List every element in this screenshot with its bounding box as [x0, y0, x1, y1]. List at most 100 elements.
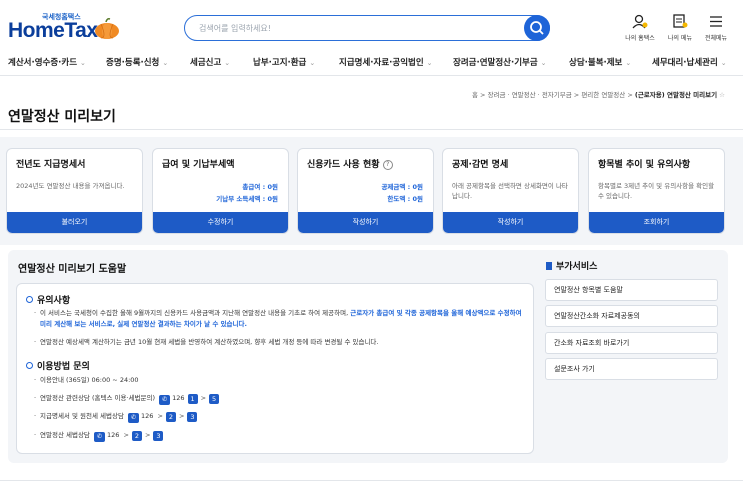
side-item-help[interactable]: 연말정산 항목별 도움말: [545, 279, 718, 301]
nav-item-payment[interactable]: 납부·고지·환급 ⌄: [253, 56, 315, 68]
side-item-survey[interactable]: 설문조사 가기: [545, 358, 718, 380]
phone-number: 126: [106, 431, 120, 439]
page-title: 연말정산 미리보기: [8, 109, 116, 125]
my-menu-label: 나의 메뉴: [668, 35, 692, 42]
contact-title: 이용방법 문의: [37, 362, 90, 372]
phone-icon: ✆: [93, 432, 105, 442]
nav-item-invoice[interactable]: 계산서·영수증·카드 ⌄: [8, 56, 86, 68]
write-button[interactable]: 작성하기: [298, 212, 433, 233]
card-title: 항목별 추이 및 유의사항: [598, 160, 691, 170]
contact-label: 연말정산 관련상담 (홈텍스 이용·세법문의): [40, 394, 155, 402]
side-item-simplified[interactable]: 간소화 자료조회 바로가기: [545, 332, 718, 354]
my-hometax-button[interactable]: 나의 홈택스: [620, 14, 660, 42]
search-input[interactable]: 검색어를 입력하세요!: [199, 23, 271, 34]
card-title-text: 신용카드 사용 현황: [307, 160, 380, 170]
footer-divider: [0, 480, 743, 481]
hamburger-icon: [710, 16, 722, 27]
breadcrumb-item[interactable]: 장려금 · 연말정산 · 전자기부금: [488, 91, 572, 99]
nav-item-consult[interactable]: 상담·불복·제보 ⌄: [569, 56, 631, 68]
nav-item-certificates[interactable]: 증명·등록·신청 ⌄: [106, 56, 168, 68]
contact-label: 연말정산 세법상담: [40, 431, 90, 439]
contact-label: 지급명세서 및 원천세 세법상담: [40, 412, 124, 420]
side-title-text: 부가서비스: [556, 262, 598, 272]
menu-step-1: 2: [165, 412, 176, 422]
phone-icon: ✆: [159, 395, 171, 405]
nav-item-statements[interactable]: 지급명세·자료·공익법인 ⌄: [339, 56, 433, 68]
search-bar[interactable]: 검색어를 입력하세요!: [184, 15, 550, 41]
hours-item: 이용안내 (365일) 06:00 ~ 24:00: [34, 375, 525, 386]
nav-item-tax-report[interactable]: 세금신고 ⌄: [190, 56, 230, 68]
bookmark-icon: [546, 262, 552, 270]
notice-heading: 유의사항: [26, 293, 70, 306]
hometax-logo[interactable]: 국세청홈택스 HomeTax: [8, 12, 128, 42]
chevron-down-icon: ⌄: [625, 59, 632, 67]
breadcrumb-home[interactable]: 홈: [472, 91, 478, 99]
card-credit-card: 신용카드 사용 현황 ? 공제금액 : 0원 한도액 : 0원 작성하기: [297, 148, 434, 234]
nav-label: 계산서·영수증·카드: [8, 58, 78, 68]
breadcrumb-current: (근로자용) 연말정산 미리보기: [634, 91, 718, 99]
my-menu-icon: [673, 14, 688, 28]
circle-bullet-icon: [26, 296, 33, 303]
nav-item-agent[interactable]: 세무대리·납세관리 ⌄: [652, 56, 727, 68]
nav-label: 납부·고지·환급: [253, 58, 307, 68]
card-description: 아래 공제항목을 선택하면 상세화면이 나타납니다.: [452, 182, 568, 200]
card-trend: 항목별 추이 및 유의사항 항목별로 3제년 추이 및 유의사항을 확인할 수 …: [588, 148, 725, 234]
card-description: 2024년도 연말정산 내용을 가져옵니다.: [16, 182, 125, 190]
write-button[interactable]: 작성하기: [443, 212, 578, 233]
circle-bullet-icon: [26, 362, 33, 369]
search-button[interactable]: [524, 15, 550, 41]
help-icon[interactable]: ?: [382, 160, 393, 170]
chevron-down-icon: ⌄: [162, 59, 169, 67]
breadcrumb: 홈 > 장려금 · 연말정산 · 전자기부금 > 편리한 연말정산 > (근로자…: [471, 91, 725, 99]
notice-text: 이 서비스는 국세청이 수집한 올해 9월까지의 신용카드 사용금액과 지난해 …: [40, 309, 349, 317]
contact-heading: 이용방법 문의: [26, 359, 90, 372]
load-button[interactable]: 불러오기: [7, 212, 142, 233]
breadcrumb-item[interactable]: 편리한 연말정산: [581, 91, 625, 99]
divider: [0, 129, 743, 130]
star-icon[interactable]: ☆: [719, 91, 725, 99]
side-item-consent[interactable]: 연말정산간소화 자료제공동의: [545, 305, 718, 327]
notice-item: 이 서비스는 국세청이 수집한 올해 9월까지의 신용카드 사용금액과 지난해 …: [34, 308, 525, 330]
chevron-down-icon: ⌄: [224, 59, 231, 67]
main-nav: 계산서·영수증·카드 ⌄ 증명·등록·신청 ⌄ 세금신고 ⌄ 납부·고지·환급 ⌄ 지급…: [0, 50, 743, 76]
arrow-right-icon: >: [123, 431, 129, 439]
logo-title: HomeTax: [8, 19, 98, 42]
chevron-down-icon: ⌄: [426, 59, 433, 67]
prepaid-tax-value: 기납부 소득세액 : 0원: [216, 195, 278, 203]
card-prev-statement: 전년도 지급명세서 2024년도 연말정산 내용을 가져옵니다. 불러오기: [6, 148, 143, 234]
all-menu-button[interactable]: 전체메뉴: [696, 14, 736, 42]
notice-item: 연말정산 예상세액 계산하기는 금년 10월 현재 세법을 반영하여 계산하였으…: [34, 337, 525, 348]
search-icon: [530, 21, 544, 35]
nav-label: 장려금·연말정산·기부금: [453, 58, 538, 68]
card-title: 공제·감면 명세: [452, 160, 509, 170]
nav-label: 세무대리·납세관리: [652, 58, 718, 68]
user-icon: [632, 14, 648, 29]
my-menu-button[interactable]: 나의 메뉴: [660, 14, 700, 42]
card-title: 급여 및 기납부세액: [162, 160, 235, 170]
edit-button[interactable]: 수정하기: [153, 212, 288, 233]
card-deduction: 공제·감면 명세 아래 공제항목을 선택하면 상세화면이 나타납니다. 작성하기: [442, 148, 579, 234]
nav-label: 상담·불복·제보: [569, 58, 623, 68]
card-description: 항목별로 3제년 추이 및 유의사항을 확인할 수 있습니다.: [598, 182, 715, 200]
card-title: 신용카드 사용 현황 ?: [307, 157, 393, 170]
card-salary: 급여 및 기납부세액 총급여 : 0원 기납부 소득세액 : 0원 수정하기: [152, 148, 289, 234]
total-salary-value: 총급여 : 0원: [242, 183, 278, 191]
chevron-down-icon: ⌄: [540, 59, 547, 67]
chevron-down-icon: ⌄: [309, 59, 316, 67]
help-title: 연말정산 미리보기 도움말: [18, 264, 127, 275]
nav-item-incentive[interactable]: 장려금·연말정산·기부금 ⌄: [453, 56, 547, 68]
all-menu-label: 전체메뉴: [704, 35, 728, 42]
menu-step-2: 3: [187, 412, 198, 422]
arrow-right-icon: >: [157, 412, 163, 420]
arrow-right-icon: >: [200, 394, 207, 402]
notice-title: 유의사항: [37, 296, 71, 306]
phone-icon: ✆: [128, 413, 140, 423]
menu-step-2: 5: [209, 394, 220, 404]
side-title: 부가서비스: [546, 259, 597, 272]
header: 국세청홈택스 HomeTax 검색어를 입력하세요! 나의 홈택스 나의 메뉴 …: [0, 0, 743, 46]
contact-item: 연말정산 관련상담 (홈텍스 이용·세법문의) ✆126 1>5: [34, 393, 525, 405]
chevron-down-icon: ⌄: [720, 59, 727, 67]
inquiry-button[interactable]: 조회하기: [589, 212, 724, 233]
nav-label: 증명·등록·신청: [106, 58, 160, 68]
phone-number: 126: [141, 412, 154, 420]
